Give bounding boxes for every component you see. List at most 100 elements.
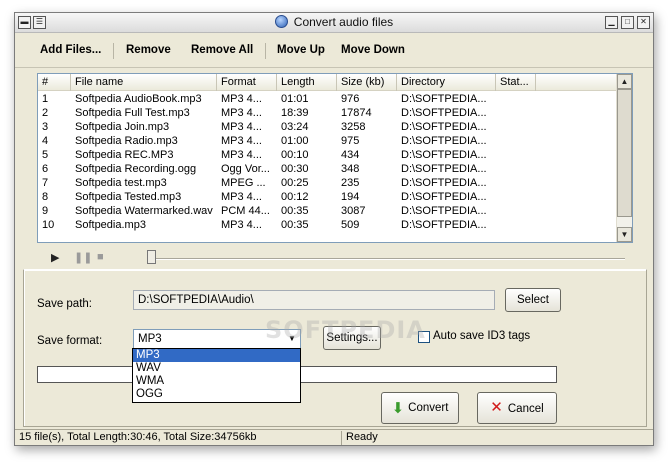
column-header-format[interactable]: Format — [217, 74, 277, 91]
minimize-icon[interactable]: ▁ — [605, 16, 618, 29]
cell-number: 10 — [42, 219, 55, 231]
title-bar: ▬ ☰ Convert audio files ▁ □ ✕ — [15, 13, 653, 33]
cell-size: 3087 — [341, 205, 366, 217]
cell-length: 18:39 — [281, 107, 309, 119]
remove-button[interactable]: Remove — [126, 44, 171, 56]
cell-directory: D:\SOFTPEDIA... — [401, 107, 487, 119]
cell-directory: D:\SOFTPEDIA... — [401, 135, 487, 147]
add-files-button[interactable]: Add Files... — [40, 44, 101, 56]
cell-length: 00:35 — [281, 205, 309, 217]
cell-format: Ogg Vor... — [221, 163, 270, 175]
cell-directory: D:\SOFTPEDIA... — [401, 163, 487, 175]
table-row[interactable]: 10 Softpedia.mp3 MP3 4... 00:35 509 D:\S… — [38, 218, 616, 232]
save-format-dropdown[interactable]: MP3 WAV WMA OGG — [132, 348, 301, 403]
seek-slider-handle[interactable] — [147, 250, 156, 264]
cell-size: 194 — [341, 191, 360, 203]
window-title-wrap: Convert audio files — [15, 15, 653, 29]
cell-file-name: Softpedia.mp3 — [75, 219, 146, 231]
format-option-mp3[interactable]: MP3 — [133, 349, 300, 362]
remove-all-button[interactable]: Remove All — [191, 44, 253, 56]
table-row[interactable]: 6 Softpedia Recording.ogg Ogg Vor... 00:… — [38, 162, 616, 176]
column-header-size[interactable]: Size (kb) — [337, 74, 397, 91]
file-list-scrollbar[interactable]: ▲ ▼ — [616, 74, 632, 242]
cell-directory: D:\SOFTPEDIA... — [401, 219, 487, 231]
cell-format: MP3 4... — [221, 219, 262, 231]
save-path-label: Save path: — [37, 298, 92, 310]
save-path-field[interactable]: D:\SOFTPEDIA\Audio\ — [133, 290, 495, 310]
cell-number: 8 — [42, 191, 49, 203]
format-option-ogg[interactable]: OGG — [133, 388, 300, 401]
cell-directory: D:\SOFTPEDIA... — [401, 177, 487, 189]
column-header-status[interactable]: Stat... — [496, 74, 536, 91]
cell-number: 7 — [42, 177, 49, 189]
table-row[interactable]: 1 Softpedia AudioBook.mp3 MP3 4... 01:01… — [38, 92, 616, 106]
cell-number: 1 — [42, 93, 49, 105]
cell-length: 00:10 — [281, 149, 309, 161]
column-header-length[interactable]: Length — [277, 74, 337, 91]
cell-length: 00:30 — [281, 163, 309, 175]
cell-length: 00:12 — [281, 191, 309, 203]
window-title: Convert audio files — [293, 15, 394, 29]
pause-icon[interactable]: ❚❚ — [74, 251, 92, 264]
cell-length: 00:35 — [281, 219, 309, 231]
status-state: Ready — [346, 431, 378, 443]
cell-file-name: Softpedia Radio.mp3 — [75, 135, 178, 147]
cancel-x-icon: ✕ — [490, 399, 503, 416]
cell-format: MP3 4... — [221, 107, 262, 119]
cell-format: MP3 4... — [221, 135, 262, 147]
scroll-thumb[interactable] — [617, 89, 632, 217]
play-icon[interactable]: ▶ — [51, 251, 59, 264]
table-row[interactable]: 9 Softpedia Watermarked.wav PCM 44... 00… — [38, 204, 616, 218]
maximize-icon[interactable]: □ — [621, 16, 634, 29]
stop-icon[interactable]: ■ — [97, 251, 104, 263]
convert-arrow-icon: ⬇ — [391, 400, 405, 417]
cell-number: 6 — [42, 163, 49, 175]
cell-size: 976 — [341, 93, 360, 105]
table-row[interactable]: 5 Softpedia REC.MP3 MP3 4... 00:10 434 D… — [38, 148, 616, 162]
seek-slider-track[interactable] — [153, 258, 625, 260]
file-list[interactable]: # File name Format Length Size (kb) Dire… — [37, 73, 633, 243]
cell-size: 434 — [341, 149, 360, 161]
cell-format: MP3 4... — [221, 121, 262, 133]
scroll-up-arrow-icon[interactable]: ▲ — [617, 74, 632, 89]
format-option-wma[interactable]: WMA — [133, 375, 300, 388]
column-header-file-name[interactable]: File name — [71, 74, 217, 91]
close-icon[interactable]: ✕ — [637, 16, 650, 29]
table-row[interactable]: 2 Softpedia Full Test.mp3 MP3 4... 18:39… — [38, 106, 616, 120]
cell-file-name: Softpedia Recording.ogg — [75, 163, 197, 175]
cancel-button[interactable]: ✕ Cancel — [477, 392, 557, 424]
move-down-button[interactable]: Move Down — [341, 44, 405, 56]
cell-size: 975 — [341, 135, 360, 147]
cell-number: 3 — [42, 121, 49, 133]
select-button[interactable]: Select — [505, 288, 561, 312]
cell-size: 509 — [341, 219, 360, 231]
cell-format: PCM 44... — [221, 205, 270, 217]
save-format-label: Save format: — [37, 335, 103, 347]
toolbar: Add Files... Remove Remove All Move Up M… — [15, 34, 653, 68]
cell-file-name: Softpedia REC.MP3 — [75, 149, 174, 161]
scroll-down-arrow-icon[interactable]: ▼ — [617, 227, 632, 242]
cell-directory: D:\SOFTPEDIA... — [401, 205, 487, 217]
table-row[interactable]: 7 Softpedia test.mp3 MPEG ... 00:25 235 … — [38, 176, 616, 190]
move-up-button[interactable]: Move Up — [277, 44, 325, 56]
cell-file-name: Softpedia Join.mp3 — [75, 121, 170, 133]
convert-button[interactable]: ⬇ Convert — [381, 392, 459, 424]
cell-number: 5 — [42, 149, 49, 161]
cell-file-name: Softpedia AudioBook.mp3 — [75, 93, 202, 105]
column-header-directory[interactable]: Directory — [397, 74, 496, 91]
cell-format: MP3 4... — [221, 149, 262, 161]
cancel-label: Cancel — [507, 403, 544, 415]
cell-length: 03:24 — [281, 121, 309, 133]
column-header-number[interactable]: # — [38, 74, 71, 91]
status-bar: 15 file(s), Total Length:30:46, Total Si… — [15, 429, 653, 445]
save-format-value: MP3 — [138, 333, 162, 345]
app-globe-icon — [274, 15, 288, 28]
auto-id3-label: Auto save ID3 tags — [433, 330, 531, 342]
cell-file-name: Softpedia test.mp3 — [75, 177, 167, 189]
toolbar-separator — [113, 43, 114, 59]
table-row[interactable]: 3 Softpedia Join.mp3 MP3 4... 03:24 3258… — [38, 120, 616, 134]
cell-directory: D:\SOFTPEDIA... — [401, 191, 487, 203]
format-option-wav[interactable]: WAV — [133, 362, 300, 375]
table-row[interactable]: 8 Softpedia Tested.mp3 MP3 4... 00:12 19… — [38, 190, 616, 204]
table-row[interactable]: 4 Softpedia Radio.mp3 MP3 4... 01:00 975… — [38, 134, 616, 148]
